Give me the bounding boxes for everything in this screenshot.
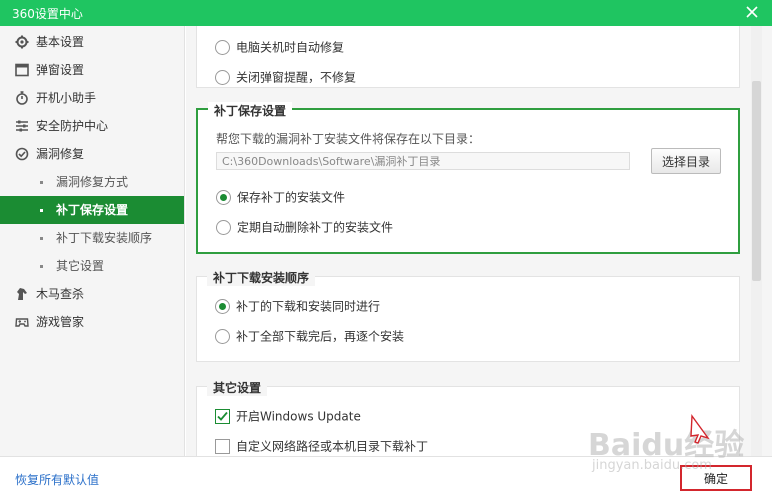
checkmark-icon: [217, 411, 228, 421]
horse-icon: [15, 287, 29, 301]
section-title: 补丁下载安装顺序: [207, 269, 316, 286]
radio-button[interactable]: [216, 220, 231, 235]
gamepad-icon: [15, 315, 29, 329]
bullet: [40, 209, 43, 212]
install-order-panel: 补丁下载安装顺序 补丁的下载和安装同时进行 补丁全部下载完后，再逐个安装: [196, 269, 740, 362]
settings-content: 电脑关机时自动修复 关闭弹窗提醒，不修复 补丁保存设置 帮您下载的漏洞补丁安装文…: [186, 26, 772, 456]
sidebar-item-trojan-scan[interactable]: 木马查杀: [0, 280, 184, 308]
section-title: 其它设置: [207, 379, 268, 396]
radio-auto-repair-on-shutdown[interactable]: 电脑关机时自动修复: [215, 38, 344, 58]
ok-button[interactable]: 确定: [680, 465, 752, 491]
sidebar-item-basic-settings[interactable]: 基本设置: [0, 28, 184, 56]
sidebar-item-label: 木马查杀: [36, 287, 85, 301]
bullet: [40, 181, 43, 184]
sidebar-subitem-label: 漏洞修复方式: [56, 175, 129, 189]
scrollbar-thumb[interactable]: [752, 81, 761, 281]
sidebar-item-popup-settings[interactable]: 弹窗设置: [0, 56, 184, 84]
option-label: 关闭弹窗提醒，不修复: [236, 70, 357, 85]
radio-download-install-simultaneously[interactable]: 补丁的下载和安装同时进行: [215, 297, 380, 317]
footer: 恢复所有默认值 确定: [0, 456, 772, 495]
repair-method-panel: 电脑关机时自动修复 关闭弹窗提醒，不修复: [196, 26, 740, 88]
patch-icon: [15, 147, 29, 161]
sidebar-item-game-manager[interactable]: 游戏管家: [0, 308, 184, 336]
radio-keep-installers[interactable]: 保存补丁的安装文件: [216, 188, 345, 208]
radio-install-after-download[interactable]: 补丁全部下载完后，再逐个安装: [215, 327, 404, 347]
option-label: 定期自动删除补丁的安装文件: [237, 220, 394, 235]
sidebar-item-label: 开机小助手: [36, 91, 97, 105]
option-label: 保存补丁的安装文件: [237, 190, 346, 205]
close-icon[interactable]: [742, 2, 762, 22]
option-label: 电脑关机时自动修复: [236, 40, 345, 55]
vertical-scrollbar[interactable]: [751, 26, 762, 456]
sliders-icon: [15, 119, 29, 133]
sidebar-subitem-other-settings[interactable]: 其它设置: [0, 252, 184, 280]
radio-button[interactable]: [215, 40, 230, 55]
bullet: [40, 237, 43, 240]
stopwatch-icon: [15, 91, 29, 105]
sidebar-item-label: 漏洞修复: [36, 147, 85, 161]
option-label: 补丁全部下载完后，再逐个安装: [236, 329, 405, 344]
sidebar: 基本设置 弹窗设置 开机小助手 安全防护中心 漏洞修复 漏洞修复方式 补丁保存设…: [0, 26, 185, 456]
sidebar-subitem-label: 补丁保存设置: [56, 203, 129, 217]
bullet: [40, 265, 43, 268]
sidebar-item-label: 游戏管家: [36, 315, 85, 329]
sidebar-item-security-center[interactable]: 安全防护中心: [0, 112, 184, 140]
sidebar-item-label: 基本设置: [36, 35, 85, 49]
mouse-pointer-icon: [690, 414, 710, 444]
window-title: 360设置中心: [12, 7, 83, 21]
sidebar-item-label: 安全防护中心: [36, 119, 109, 133]
checkbox[interactable]: [215, 439, 230, 454]
section-title: 补丁保存设置: [208, 102, 293, 119]
sidebar-subitem-repair-method[interactable]: 漏洞修复方式: [0, 168, 184, 196]
radio-disable-popup-no-repair[interactable]: 关闭弹窗提醒，不修复: [215, 68, 356, 88]
restore-defaults-link[interactable]: 恢复所有默认值: [15, 471, 99, 488]
option-label: 补丁的下载和安装同时进行: [236, 299, 381, 314]
radio-button[interactable]: [215, 70, 230, 85]
option-label: 自定义网络路径或本机目录下载补丁: [236, 439, 429, 454]
gear-icon: [15, 35, 29, 49]
sidebar-subitem-install-order[interactable]: 补丁下载安装顺序: [0, 224, 184, 252]
checkbox-custom-download-path[interactable]: 自定义网络路径或本机目录下载补丁: [215, 437, 428, 456]
choose-directory-button[interactable]: 选择目录: [651, 148, 721, 174]
option-label: 开启Windows Update: [236, 409, 361, 424]
checkbox-windows-update[interactable]: 开启Windows Update: [215, 407, 361, 427]
sidebar-subitem-label: 其它设置: [56, 259, 105, 273]
radio-button[interactable]: [215, 329, 230, 344]
save-path-field[interactable]: [216, 152, 630, 170]
sidebar-subitem-label: 补丁下载安装顺序: [56, 231, 153, 245]
sidebar-item-label: 弹窗设置: [36, 63, 85, 77]
radio-button[interactable]: [215, 299, 230, 314]
sidebar-item-vulnerability-repair[interactable]: 漏洞修复: [0, 140, 184, 168]
checkbox[interactable]: [215, 409, 230, 424]
sidebar-item-startup-assistant[interactable]: 开机小助手: [0, 84, 184, 112]
patch-save-panel: 补丁保存设置 帮您下载的漏洞补丁安装文件将保存在以下目录： 选择目录 保存补丁的…: [196, 102, 740, 254]
other-settings-panel: 其它设置 开启Windows Update 自定义网络路径或本机目录下载补丁: [196, 379, 740, 456]
save-description: 帮您下载的漏洞补丁安装文件将保存在以下目录：: [216, 132, 481, 146]
radio-auto-delete-installers[interactable]: 定期自动删除补丁的安装文件: [216, 218, 393, 238]
radio-button[interactable]: [216, 190, 231, 205]
title-bar: 360设置中心: [0, 0, 772, 26]
sidebar-subitem-patch-save[interactable]: 补丁保存设置: [0, 196, 184, 224]
window-icon: [15, 63, 29, 77]
